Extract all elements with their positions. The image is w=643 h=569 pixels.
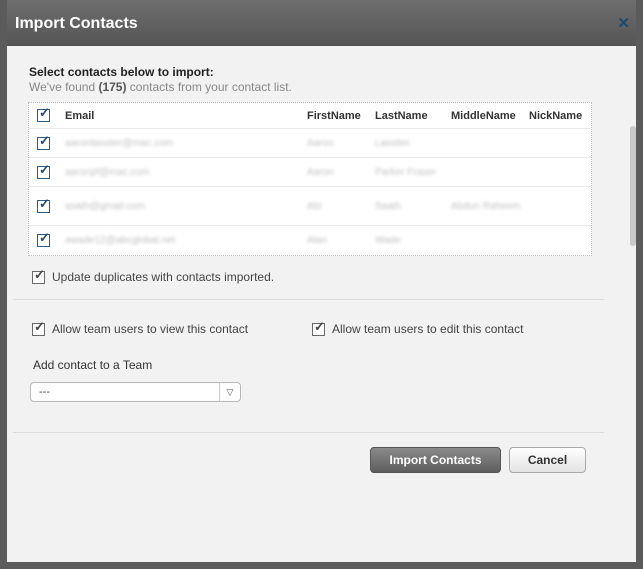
table-row[interactable]: ✓ awade12@abcglobal.net Alan Wade (29, 225, 591, 254)
import-contacts-button[interactable]: Import Contacts (370, 447, 501, 473)
cell-middlename (447, 157, 525, 187)
dialog-content: Select contacts below to import: We've f… (7, 46, 636, 562)
cell-nickname (525, 128, 591, 158)
cell-email: awade12@abcglobal.net (61, 225, 303, 254)
update-duplicates-option[interactable]: ✓ Update duplicates with contacts import… (32, 267, 275, 284)
cell-middlename (447, 225, 525, 254)
contacts-table: ✓ Email FirstName LastName MiddleName Ni… (28, 102, 592, 256)
allow-view-checkbox[interactable]: ✓ (32, 319, 45, 336)
cell-lastname: Wade (371, 225, 447, 254)
contact-count: (175) (98, 80, 127, 94)
allow-edit-checkbox[interactable]: ✓ (312, 319, 325, 336)
divider (13, 432, 604, 433)
table-row[interactable]: ✓ aaronlassiter@mac.com Aaron Lassiter (29, 128, 591, 158)
row-checkbox[interactable]: ✓ (37, 162, 50, 179)
dialog-title: Import Contacts (15, 15, 138, 32)
team-label: Add contact to a Team (33, 358, 153, 372)
chevron-down-icon[interactable]: ▽ (219, 383, 240, 401)
allow-edit-option[interactable]: ✓ Allow team users to edit this contact (312, 319, 524, 336)
cell-lastname: Saath (371, 186, 447, 226)
scrollbar[interactable] (630, 126, 636, 246)
row-checkbox[interactable]: ✓ (37, 133, 50, 150)
cell-email: aaronpf@mac.com (61, 157, 303, 187)
close-icon[interactable]: ✕ (617, 14, 630, 32)
column-header-middlename: MiddleName (451, 109, 516, 122)
cell-middlename: Abdun Raheem (447, 186, 525, 226)
column-header-lastname: LastName (375, 109, 428, 122)
update-duplicates-checkbox[interactable]: ✓ (32, 267, 45, 284)
cell-email: aaronlassiter@mac.com (61, 128, 303, 158)
divider (13, 299, 604, 300)
cell-lastname: Parker Fraser (371, 157, 447, 187)
team-select-value: --- (39, 386, 50, 398)
column-header-nickname: NickName (529, 109, 583, 122)
column-header-email: Email (65, 109, 95, 122)
table-header-row: ✓ Email FirstName LastName MiddleName Ni… (29, 103, 591, 129)
dialog-title-bar: Import Contacts ✕ (7, 0, 636, 46)
select-contacts-heading: Select contacts below to import: (29, 65, 214, 79)
import-contacts-dialog: Import Contacts ✕ Select contacts below … (0, 0, 643, 569)
cell-firstname: Aaron (303, 157, 371, 187)
cell-nickname (525, 186, 591, 226)
found-contacts-text: We've found (175) contacts from your con… (29, 80, 292, 94)
select-all-checkbox[interactable]: ✓ (37, 105, 50, 122)
cell-email: asath@gmail.com (61, 186, 303, 226)
cell-firstname: Alan (303, 225, 371, 254)
allow-view-label: Allow team users to view this contact (52, 322, 249, 336)
cancel-button[interactable]: Cancel (509, 447, 586, 473)
allow-edit-label: Allow team users to edit this contact (332, 322, 524, 336)
cell-lastname: Lassiter (371, 128, 447, 158)
row-checkbox[interactable]: ✓ (37, 196, 50, 213)
cell-firstname: Abi (303, 186, 371, 226)
update-duplicates-label: Update duplicates with contacts imported… (52, 270, 275, 284)
row-checkbox[interactable]: ✓ (37, 230, 50, 247)
table-row[interactable]: ✓ aaronpf@mac.com Aaron Parker Fraser (29, 157, 591, 187)
cell-middlename (447, 128, 525, 158)
cell-nickname (525, 157, 591, 187)
cell-firstname: Aaron (303, 128, 371, 158)
table-row[interactable]: ✓ asath@gmail.com Abi Saath Abdun Raheem (29, 186, 591, 226)
allow-view-option[interactable]: ✓ Allow team users to view this contact (32, 319, 249, 336)
cell-nickname (525, 225, 591, 254)
team-select[interactable]: --- ▽ (30, 382, 241, 402)
column-header-firstname: FirstName (307, 109, 361, 122)
